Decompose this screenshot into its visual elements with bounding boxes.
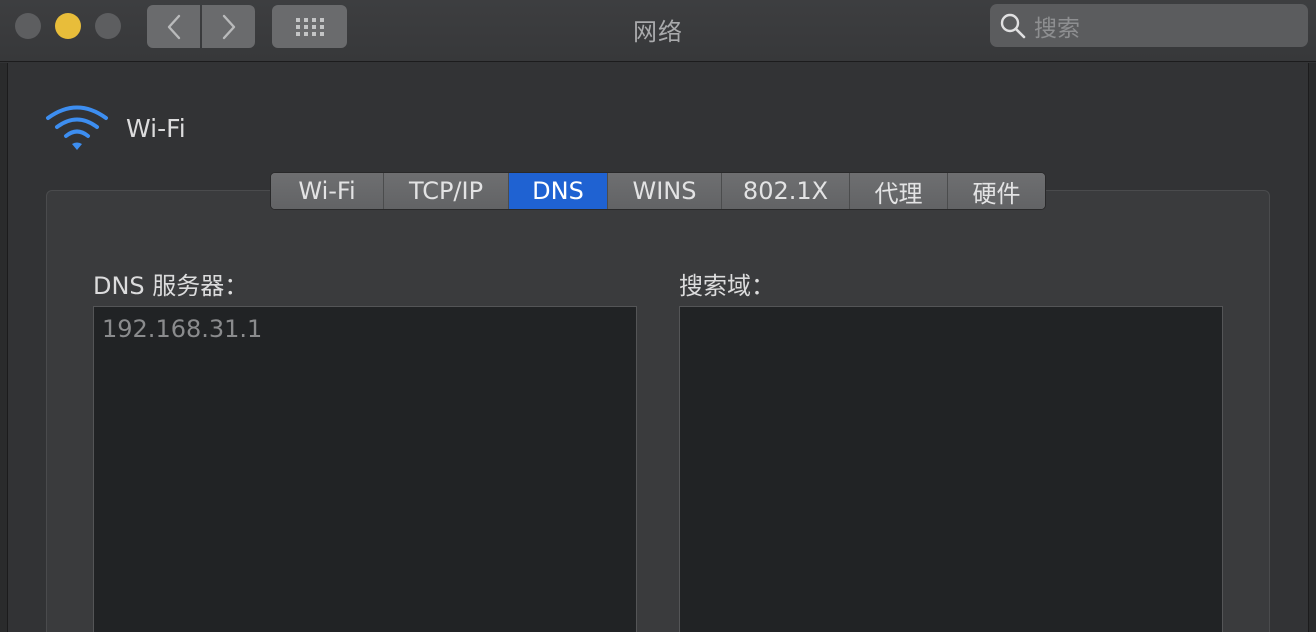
- tab-hardware[interactable]: 硬件: [948, 173, 1045, 209]
- right-pane-edge: [1308, 63, 1316, 632]
- tab-8021x[interactable]: 802.1X: [722, 173, 850, 209]
- tab-wins[interactable]: WINS: [608, 173, 722, 209]
- settings-tabs: Wi-Fi TCP/IP DNS WINS 802.1X 代理 硬件: [270, 172, 1046, 210]
- search-placeholder: 搜索: [1034, 15, 1080, 42]
- tab-dns[interactable]: DNS: [509, 173, 608, 209]
- interface-name: Wi-Fi: [126, 113, 186, 143]
- search-domains-list[interactable]: [679, 306, 1223, 632]
- interface-header: Wi-Fi: [44, 103, 186, 153]
- tab-wifi[interactable]: Wi-Fi: [271, 173, 384, 209]
- search-field[interactable]: 搜索: [990, 4, 1308, 47]
- wifi-icon: [46, 105, 108, 150]
- tab-tcpip[interactable]: TCP/IP: [384, 173, 509, 209]
- search-domains-label: 搜索域：: [679, 272, 775, 300]
- network-preferences-window: 网络 搜索 Wi-Fi Wi-Fi TCP/IP DNS WINS 802.1X…: [0, 0, 1316, 632]
- search-icon: [1000, 13, 1026, 38]
- list-item[interactable]: 192.168.31.1: [102, 315, 262, 343]
- left-pane-edge: [0, 63, 8, 632]
- title-bar: 网络 搜索: [0, 0, 1316, 62]
- dns-servers-list[interactable]: 192.168.31.1: [93, 306, 637, 632]
- dns-servers-label: DNS 服务器：: [93, 272, 249, 300]
- tab-proxies[interactable]: 代理: [850, 173, 948, 209]
